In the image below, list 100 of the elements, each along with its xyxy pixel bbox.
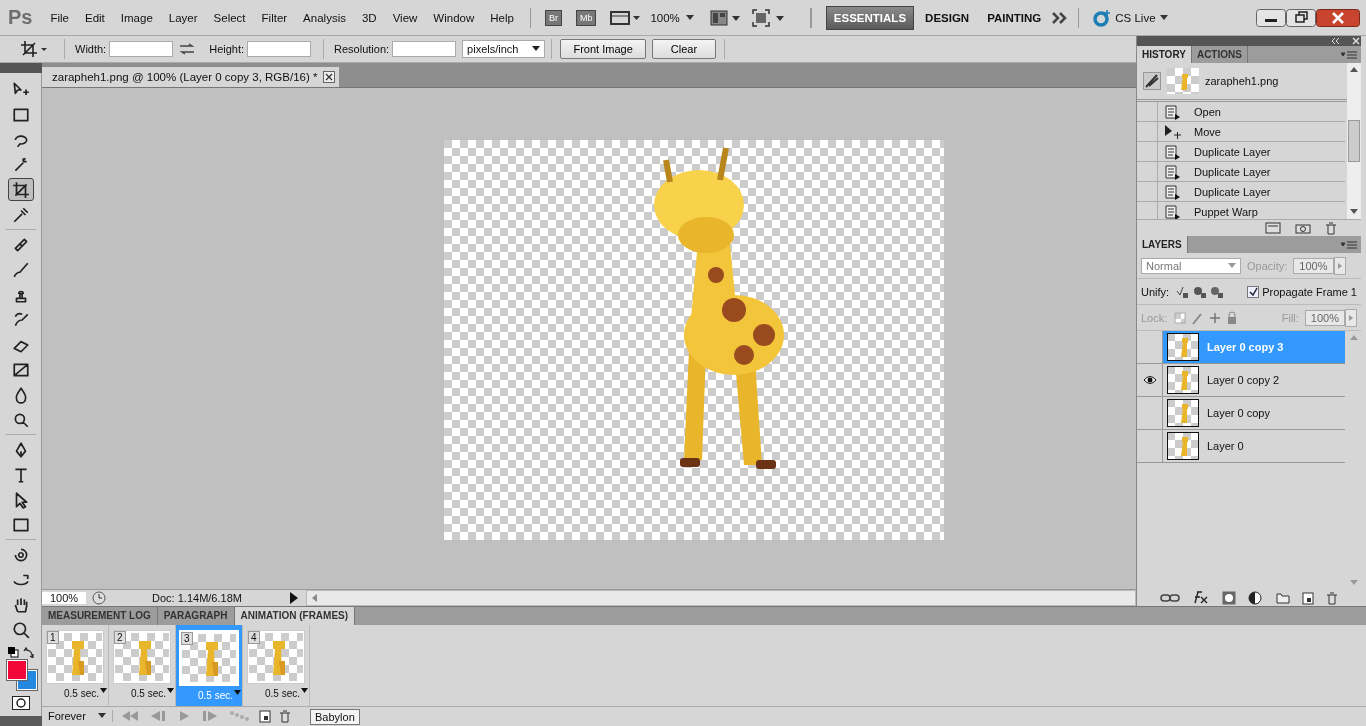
layer-row[interactable]: Layer 0 copy xyxy=(1137,397,1345,430)
folder-icon[interactable] xyxy=(1276,592,1290,604)
trash-icon[interactable] xyxy=(278,709,291,723)
screen-mode-icon[interactable] xyxy=(751,8,786,27)
history-step[interactable]: Move xyxy=(1137,122,1345,142)
panel-tab[interactable]: ACTIONS xyxy=(1191,46,1248,63)
close-icon[interactable] xyxy=(323,71,336,83)
frame-delay[interactable]: 0.5 sec. xyxy=(63,688,107,699)
restore-button[interactable] xyxy=(1286,8,1316,27)
animation-frame[interactable]: 3 0.5 sec. xyxy=(176,625,243,706)
layer-row[interactable]: Layer 0 copy 2 xyxy=(1137,364,1345,397)
crop-tool-icon[interactable] xyxy=(20,40,48,58)
mini-bridge-button[interactable]: Mb xyxy=(575,9,597,26)
close-button[interactable] xyxy=(1316,8,1360,27)
trash-icon[interactable] xyxy=(1325,221,1337,235)
minimize-button[interactable] xyxy=(1256,8,1286,27)
collapse-icon[interactable] xyxy=(1331,37,1361,45)
height-field[interactable] xyxy=(247,41,312,57)
zoom-field[interactable]: 100% xyxy=(42,592,86,604)
fill-field[interactable]: 100% xyxy=(1304,309,1345,326)
propagate-checkbox[interactable] xyxy=(1247,285,1260,298)
effects-icon[interactable] xyxy=(1192,591,1210,605)
document-icon xyxy=(1164,163,1182,180)
panel-tab[interactable]: MEASUREMENT LOG xyxy=(42,607,158,625)
new-document-icon[interactable] xyxy=(1265,222,1281,234)
menu-item[interactable]: Help xyxy=(490,11,514,24)
brush-icon xyxy=(11,260,30,279)
swap-colors-icon[interactable] xyxy=(22,646,35,658)
bridge-button[interactable]: Br xyxy=(544,9,562,26)
option-button[interactable]: Clear xyxy=(651,39,717,59)
clock-icon[interactable] xyxy=(92,591,106,605)
trash-icon[interactable] xyxy=(1326,591,1338,605)
frame-delay[interactable]: 0.5 sec. xyxy=(264,688,308,699)
menu-item[interactable]: Edit xyxy=(85,11,105,24)
arrange-dropdown-icon[interactable] xyxy=(709,9,742,26)
history-step[interactable]: Duplicate Layer xyxy=(1137,162,1345,182)
mask-icon[interactable] xyxy=(1222,591,1236,605)
scrollbar[interactable] xyxy=(1347,63,1361,219)
resolution-field[interactable] xyxy=(392,41,457,57)
opacity-field[interactable]: 100% xyxy=(1293,257,1334,274)
panel-tab[interactable]: ANIMATION (FRAMES) xyxy=(234,607,356,625)
cs-live-menu[interactable]: CS Live xyxy=(1093,8,1168,27)
caret-icon xyxy=(234,690,241,696)
swap-icon[interactable] xyxy=(179,43,196,55)
opacity-label: Opacity: xyxy=(1247,259,1288,272)
crop-icon xyxy=(11,180,30,199)
panel-menu-icon[interactable] xyxy=(1341,51,1357,59)
camera-icon[interactable] xyxy=(1295,222,1311,234)
menu-item[interactable]: File xyxy=(50,11,69,24)
units-dropdown[interactable]: pixels/inch xyxy=(462,40,546,58)
propagate-label: Propagate Frame 1 xyxy=(1262,285,1357,298)
menu-item[interactable]: Layer xyxy=(168,11,198,24)
caret-icon xyxy=(1159,14,1168,21)
new-layer-icon[interactable] xyxy=(1302,591,1314,605)
default-colors-icon[interactable] xyxy=(6,646,19,658)
history-step[interactable]: Puppet Warp xyxy=(1137,202,1345,219)
document-icon xyxy=(1164,143,1182,160)
visibility-toggle[interactable] xyxy=(1137,331,1163,363)
caret-icon xyxy=(1228,262,1236,269)
film-dropdown-icon[interactable] xyxy=(610,9,641,26)
document-icon xyxy=(1164,183,1182,200)
width-field[interactable] xyxy=(109,41,174,57)
frame-delay[interactable]: 0.5 sec. xyxy=(130,688,174,699)
panel-tab[interactable]: HISTORY xyxy=(1137,46,1192,63)
eye-icon xyxy=(1142,375,1157,385)
history-step[interactable]: Open xyxy=(1137,102,1345,122)
menu-item[interactable]: View xyxy=(392,11,418,24)
menu-item[interactable]: Analysis xyxy=(303,11,346,24)
menu-item[interactable]: Select xyxy=(213,11,246,24)
link-icon[interactable] xyxy=(1160,593,1180,603)
menu-item[interactable]: Image xyxy=(120,11,153,24)
scroll-left-icon[interactable] xyxy=(311,593,319,603)
new-frame-icon[interactable] xyxy=(258,709,271,723)
option-button[interactable]: Front Image xyxy=(560,39,646,59)
workspace-tab[interactable]: ESSENTIALS xyxy=(825,5,915,30)
document-tab[interactable]: zarapheh1.png @ 100% (Layer 0 copy 3, RGB/16) * xyxy=(42,67,340,87)
scrollbar[interactable] xyxy=(306,590,1136,606)
panel-menu-icon[interactable] xyxy=(1341,241,1357,249)
history-step[interactable]: Duplicate Layer xyxy=(1137,182,1345,202)
scroll-up-icon[interactable] xyxy=(1350,67,1358,73)
tool-button[interactable] xyxy=(7,178,34,201)
layer-row[interactable]: Layer 0 xyxy=(1137,430,1345,463)
menu-item[interactable]: Filter xyxy=(261,11,288,24)
menu-item[interactable]: 3D xyxy=(361,11,377,24)
play-icon[interactable] xyxy=(288,591,300,605)
menu-item[interactable]: Window xyxy=(433,11,475,24)
scrollbar-thumb[interactable] xyxy=(1348,120,1360,162)
zoom-dropdown[interactable]: 100% xyxy=(650,11,694,24)
workspace-tab[interactable]: DESIGN xyxy=(918,6,977,29)
panel-tab[interactable]: LAYERS xyxy=(1137,236,1188,253)
more-icon[interactable] xyxy=(1052,11,1069,24)
quick-mask-icon[interactable] xyxy=(11,696,30,710)
blend-mode-dropdown[interactable]: Normal xyxy=(1141,257,1241,274)
workspace-tab[interactable]: PAINTING xyxy=(980,6,1049,29)
scroll-down-icon[interactable] xyxy=(1350,209,1358,215)
history-step[interactable]: Duplicate Layer xyxy=(1137,142,1345,162)
adjustment-icon[interactable] xyxy=(1248,591,1264,605)
color-swatch[interactable] xyxy=(6,660,27,680)
loop-dropdown[interactable]: Forever xyxy=(42,710,113,722)
brush-source-icon[interactable] xyxy=(1143,72,1161,90)
